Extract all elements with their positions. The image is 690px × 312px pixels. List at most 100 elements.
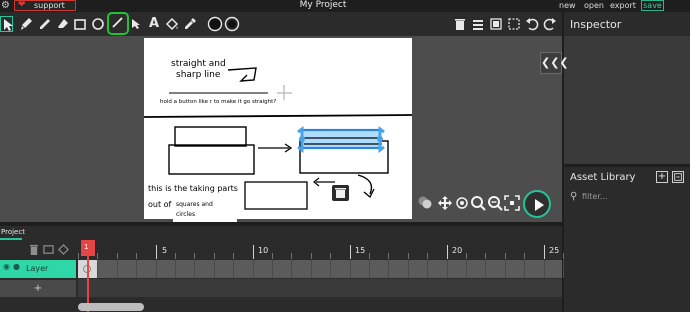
ungroup-icon[interactable] [506,16,522,32]
frame-cell-divider [233,260,235,278]
eyedropper-icon[interactable] [182,16,198,32]
zoom-in-icon[interactable] [470,195,486,211]
ellipse-icon[interactable] [90,16,106,32]
asset-library-title: Asset Library [570,172,636,183]
delete-frame-icon[interactable] [28,243,39,261]
layer-lock-icon[interactable]: ● [13,262,20,271]
canvas-hint-text: hold a button like r to make it go strai… [160,99,277,105]
ruler-tick [213,253,215,259]
eraser-icon[interactable] [55,16,71,32]
ruler-tick [543,245,545,259]
canvas-text-line1: straight and [171,59,226,69]
cursor-select-icon[interactable] [0,16,13,32]
ruler-tick [291,253,293,259]
text-icon[interactable]: A [146,16,162,32]
collapse-panels-button[interactable]: ❮❮❮ [540,52,569,74]
ruler-tick [310,253,312,259]
frame-cell-divider [213,260,215,278]
canvas-caption-small1: squares and [176,201,213,208]
add-asset-icon[interactable]: + [656,171,668,183]
layer-frames[interactable]: (function(){ var f = document.currentScr… [78,260,564,278]
rectangle-icon[interactable] [72,16,88,32]
layer-row[interactable]: ◉ ● Layer [0,260,76,278]
ruler-tick [349,245,351,259]
layers-icon[interactable] [470,16,486,32]
frame-cell-divider [388,260,390,278]
frame-cell-divider [291,260,293,278]
ruler-tick [524,253,526,259]
fullscreen-icon[interactable] [504,195,520,211]
frame-cell-divider [136,260,138,278]
ruler-tick [369,253,370,259]
undo-icon[interactable] [524,16,540,32]
export-menu[interactable]: export [610,0,636,11]
tab-project[interactable]: Project [0,226,25,240]
frame-cell-divider [369,260,370,278]
ruler-tick [446,245,448,259]
ruler-tick [175,253,176,259]
ruler-tick [194,253,196,259]
insert-frame-icon[interactable] [43,243,54,261]
ruler-tick [233,253,235,259]
timeline-panel: Project (function(){ var r = document.cu… [0,226,564,312]
layer-visibility-icon[interactable]: ◉ [3,262,10,271]
canvas-caption-small2: circles [176,211,196,218]
fill-bucket-icon[interactable] [164,16,180,32]
redo-icon[interactable] [542,16,558,32]
line-icon[interactable] [107,12,129,35]
center-view-icon[interactable] [455,196,469,210]
fill-color-swatch[interactable] [207,16,223,32]
play-icon [535,199,544,211]
frame-number-10: 10 [258,246,269,255]
path-icon[interactable] [128,16,144,32]
frame-cell-divider [252,260,254,278]
frame-number-5: 5 [162,246,168,255]
drawing-canvas[interactable]: straight and sharp line hold a button li… [144,38,412,219]
asset-filter-placeholder: filter... [582,192,608,201]
empty-frames-row [78,279,562,297]
inspector-body [564,36,690,164]
ruler-tick [466,253,467,259]
open-menu[interactable]: open [584,0,604,11]
asset-filter-input[interactable]: ⚲ filter... [568,191,688,205]
toolbar: A [0,12,562,36]
save-button[interactable]: save [641,0,664,11]
settings-icon[interactable]: ⚙ [0,0,11,11]
frame-cell-divider [504,260,506,278]
frame-number-15: 15 [355,246,366,255]
delete-icon[interactable] [452,16,468,32]
brush-icon[interactable] [18,16,34,32]
pan-move-icon[interactable] [437,195,453,211]
keyframe-icon[interactable] [58,243,69,261]
play-button[interactable] [523,190,551,218]
ruler-tick [427,253,429,259]
frame-cell-divider [97,260,99,278]
zoom-out-icon[interactable] [487,195,503,211]
stroke-color-swatch[interactable] [224,16,240,32]
pencil-icon[interactable] [37,16,53,32]
frame-cell-divider [524,260,526,278]
timeline-scrollbar[interactable] [78,303,144,311]
timeline-tools [28,243,76,257]
ruler-tick [504,253,506,259]
frame-cell-divider [407,260,409,278]
inspector-title: Inspector [570,18,622,31]
playhead-handle[interactable]: 1 [81,240,95,256]
frame-cell-divider [349,260,351,278]
new-menu[interactable]: new [559,0,576,11]
add-layer-button[interactable]: + [0,280,76,297]
canvas-text-line2: sharp line [176,70,221,80]
import-asset-icon[interactable] [672,171,684,183]
onion-skin-icon[interactable] [417,195,435,211]
ruler-tick [78,253,79,259]
canvas-caption-line2: out of [148,200,172,209]
group-icon[interactable] [488,16,504,32]
support-us-button[interactable]: ❤ support us [14,0,76,19]
frame-ruler[interactable]: (function(){ var r = document.currentScr… [78,240,564,260]
frame-cell-divider [466,260,467,278]
current-frame-label: 1 [84,243,89,251]
frame-cell-divider [310,260,312,278]
search-icon: ⚲ [570,191,578,202]
canvas-caption-line1: this is the taking parts [148,184,238,193]
ruler-tick [388,253,390,259]
